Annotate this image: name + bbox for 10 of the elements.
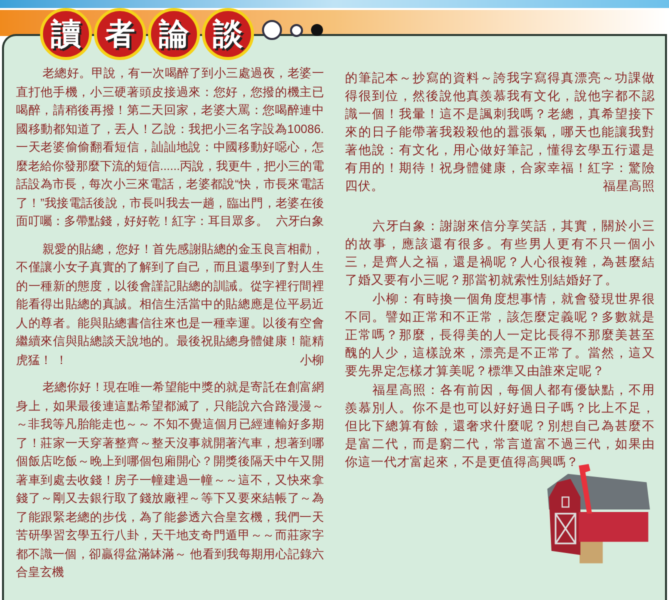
signature: 六牙白象 [275, 213, 324, 230]
letter-paragraph: 老總你好！現在唯一希望能中獎的就是寄託在創富網身上，如果最後連這點希望都滅了，只能說六合路漫漫～～非我等凡胎能走也～～ 不知不覺這個月已經連輸好多期了！莊家一天穿著整齊～整天沒事就開著汽車，想著到哪個飯店吃飯～晚上到哪個包廂開心？開獎後隔天中午又開著車到處去收錢！房子一幢建過一幢～～這不，又快來拿錢了～剛又去銀行取了錢放廠裡～等下又要來結帳了～為了能跟緊老總的步伐，為了能參透六合皇玄機，我們一天苦研學習玄學五行八卦，天干地支奇門遁甲～～而莊家字都不識一個，卻贏得盆滿缽滿～ 他看到我每期用心記錄六合皇玄機 [16, 379, 324, 581]
letter-paragraph: 的筆記本～抄寫的資料～誇我字寫得真漂亮～功課做得很到位，然後說他真羨慕我有文化，說他字都不認識一個！我暈！這不是諷刺我嗎？老總，真希望接下來的日子能帶著我殺殺他的囂張氣，哪天也能讓我對著他說：有文化，用心做好筆記，懂得玄學五行還是有用的！期待！祝身體健康，合家幸福！紅字：驚險四伏。 福星高照 [345, 70, 655, 195]
letter-paragraph: 小柳：有時換一個角度想事情，就會發現世界很不同。譬如正常和不正常，該怎麼定義呢？多數就是正常嗎？那麼，長得美的人一定比長得不那麼美甚至醜的人少，這樣說來，漂亮是不正常了。當然，這又要先界定怎樣才算美呢？標準又由誰來定呢？ [345, 291, 655, 380]
signature: 小柳 [299, 352, 324, 368]
letter-paragraph: 六牙白象：謝謝來信分享笑話，其實，關於小三的故事，應該還有很多。有些男人更有不只一個小三，是齊人之福，還是禍呢？人心很複雜，為甚麼結了婚又要有小三呢？那當初就索性別結婚好了。 [345, 218, 655, 289]
signature: 福星高照 [602, 178, 655, 195]
letter-paragraph: 老總好。甲說，有一次喝醉了到小三處過夜，老婆一直打他手機，小三硬著頭皮接過來：您好，您撥的機主已喝醉，請稍後再撥！第二天回家，老婆大罵：您喝醉連中國移動都知道了，丟人！乙說：我把小三名字設為10086.一天老婆偷偷翻看短信，訕訕地說：中國移動好噁心，怎麼老給你發那麼下流的短信......丙說，我更牛，把小三的電話設為市長，每次小三來電話，老婆都說“快，市長來電話了！”我接電話後說，市長叫我去一趟，臨出門，老婆在後面叮囑：多帶點錢，好好乾！紅字：耳目眾多。 六牙白象 [16, 64, 324, 230]
letter-paragraph: 親愛的貼總，您好！首先感謝貼總的金玉良言相勸，不僅讓小女子真實的了解到了自己，而且還學到了對人生的一種新的態度，以後會謹記貼總的訓誡。從字裡行間裡能看得出貼總的真誠。相信生活當中的貼總應是位平易近人的尊者。能與貼總書信往來也是一種幸運。以後有空會繼續來信與貼總談天說地的。最後祝貼總身體健康！龍精虎猛！ ！ 小柳 [16, 240, 324, 369]
letter-paragraph: 福星高照：各有前因，每個人都有優缺點，不用羨慕別人。你不是也可以好好過日子嗎？比上不足，但比下總算有餘，還奢求什麼呢？別想自己為甚麼不是富二代，而是窮二代，常言道富不過三代，如果由你這一代才富起來，不是更值得高興嗎？ [345, 382, 655, 471]
